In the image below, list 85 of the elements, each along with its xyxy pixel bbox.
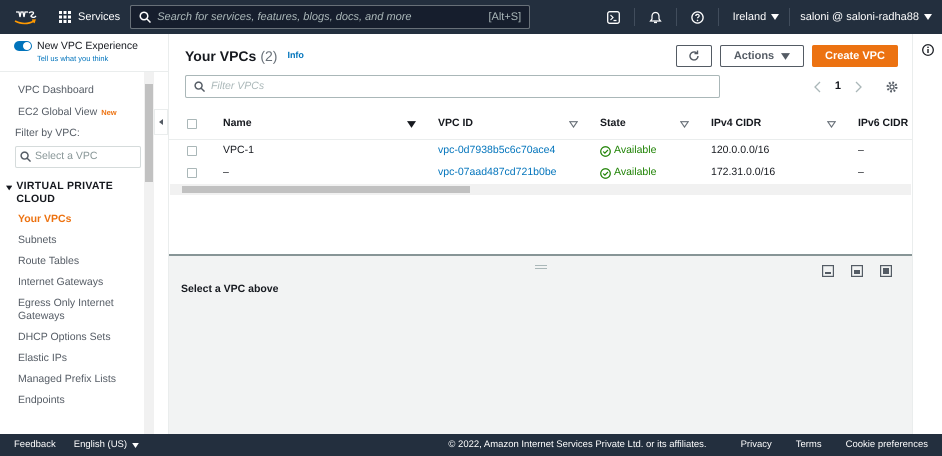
sort-icon	[827, 120, 836, 128]
scrollbar[interactable]	[144, 72, 154, 434]
sort-icon	[569, 120, 578, 128]
checkbox[interactable]	[187, 146, 197, 156]
feedback-link[interactable]: Feedback	[14, 438, 56, 452]
check-circle-icon	[600, 168, 611, 178]
settings-icon[interactable]	[886, 80, 898, 92]
panel-bottom-icon[interactable]	[822, 265, 834, 277]
info-link[interactable]: Info	[287, 49, 304, 63]
vpc-id-link[interactable]: vpc-0d7938b5c6c70ace4	[438, 143, 600, 159]
region-menu[interactable]: Ireland	[732, 8, 780, 26]
table-cell-text: –	[223, 165, 230, 180]
table-cell-text: 172.31.0.0/16	[711, 165, 776, 180]
footer-link[interactable]: Terms	[796, 438, 822, 452]
horizontal-scrollbar[interactable]	[170, 184, 911, 195]
panel-split-icon[interactable]	[851, 265, 863, 277]
refresh-button[interactable]	[676, 45, 712, 67]
toggle-switch[interactable]	[14, 41, 32, 51]
sidebar-item[interactable]: Internet Gateways	[18, 272, 142, 293]
caret-icon	[6, 184, 12, 191]
detail-message: Select a VPC above	[181, 282, 280, 297]
terminal-icon[interactable]	[606, 10, 620, 24]
grid-icon	[59, 11, 71, 23]
search-input[interactable]: Search for services, features, blogs, docs, and more	[157, 8, 482, 26]
column-header[interactable]: IPv6 CIDR	[858, 116, 912, 132]
sidebar-item[interactable]: EC2 Global View	[18, 105, 98, 121]
sidebar-item[interactable]: DHCP Options Sets	[18, 326, 142, 348]
sidebar-item[interactable]: Route Tables	[18, 250, 142, 272]
caret-icon	[781, 52, 790, 60]
caret-icon	[132, 442, 140, 448]
vpc-filter-input[interactable]: Select a VPC	[35, 148, 135, 165]
sort-icon	[407, 120, 416, 128]
caret-icon	[924, 14, 932, 20]
vpc-count: (2)	[260, 46, 278, 66]
sidebar-item[interactable]: Subnets	[18, 230, 142, 251]
sidebar-item[interactable]: Egress Only Internet Gateways	[18, 292, 142, 327]
footer-link[interactable]: Privacy	[740, 438, 772, 452]
filter-label: Filter by VPC:	[15, 126, 81, 141]
sidebar-item[interactable]: Endpoints	[18, 390, 142, 411]
search-field[interactable]: Search for services, features, blogs, docs, and more [Alt+S]	[130, 5, 530, 29]
services-button[interactable]: Services	[59, 8, 120, 26]
info-icon[interactable]	[922, 44, 934, 56]
sidebar-item[interactable]: Elastic IPs	[18, 348, 142, 369]
language-menu[interactable]: English (US)	[74, 438, 140, 452]
checkbox[interactable]	[187, 119, 197, 129]
checkbox[interactable]	[187, 168, 197, 178]
check-circle-icon	[600, 146, 611, 156]
account-menu[interactable]: saloni @ saloni-radha88	[800, 8, 932, 26]
shortcut-hint: [Alt+S]	[488, 10, 522, 25]
search-icon	[20, 151, 31, 162]
page-number[interactable]: 1	[834, 78, 841, 95]
table-cell-text: VPC-1	[223, 143, 255, 158]
table-cell-text: 120.0.0.0/16	[711, 143, 770, 158]
sort-icon	[680, 120, 689, 128]
table-cell-text: –	[858, 143, 865, 158]
caret-icon	[771, 14, 780, 20]
left-arrow-icon	[159, 119, 163, 125]
help-icon[interactable]	[690, 10, 704, 24]
page-title: Your VPCs	[185, 46, 256, 66]
table-cell-text: –	[858, 165, 865, 180]
collapse-tab[interactable]	[154, 109, 168, 135]
sidebar-item[interactable]: Managed Prefix Lists	[18, 368, 142, 390]
status-text: Available	[614, 165, 656, 180]
status-text: Available	[614, 143, 656, 158]
sidebar-item[interactable]: VPC Dashboard	[18, 83, 94, 99]
bell-icon[interactable]	[648, 10, 662, 24]
column-header[interactable]: IPv4 CIDR	[711, 116, 858, 132]
search-icon	[139, 11, 152, 23]
column-header[interactable]: VPC ID	[438, 116, 600, 132]
column-header[interactable]: State	[600, 116, 711, 132]
vpc-id-link[interactable]: vpc-07aad487cd721b0be	[438, 165, 600, 181]
footer-link[interactable]: Cookie preferences	[846, 438, 928, 452]
refresh-icon	[688, 50, 700, 62]
section-header[interactable]: VIRTUAL PRIVATE CLOUD	[6, 180, 142, 206]
aws-logo-icon[interactable]	[13, 8, 37, 26]
filter-input[interactable]: Filter VPCs	[211, 78, 711, 94]
actions-button[interactable]: Actions	[720, 45, 804, 67]
filter-field[interactable]: Filter VPCs	[185, 75, 720, 98]
resize-handle[interactable]	[534, 265, 546, 269]
toggle-label: New VPC Experience	[37, 40, 138, 53]
vpc-filter-field[interactable]: Select a VPC	[15, 146, 141, 168]
search-icon	[194, 81, 205, 92]
copyright-text: © 2022, Amazon Internet Services Private Ltd. or its affiliates.	[448, 438, 707, 452]
column-header[interactable]: Name	[223, 116, 438, 132]
panel-full-icon[interactable]	[880, 265, 892, 277]
